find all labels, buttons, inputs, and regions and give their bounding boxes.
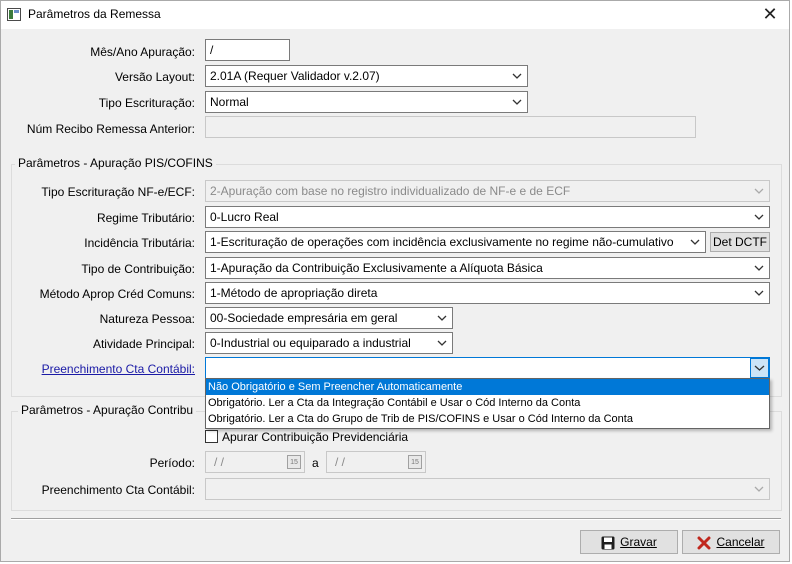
tipo-escrituracao-select[interactable]: Normal bbox=[205, 91, 528, 113]
preench-cta-dropdown: Não Obrigatório e Sem Preencher Automati… bbox=[205, 378, 770, 429]
dropdown-option[interactable]: Não Obrigatório e Sem Preencher Automati… bbox=[206, 379, 769, 395]
tipo-escrituracao-label: Tipo Escrituração: bbox=[98, 96, 195, 110]
metodo-label: Método Aprop Créd Comuns: bbox=[39, 287, 195, 301]
floppy-disk-icon bbox=[601, 536, 615, 550]
chevron-down-icon[interactable] bbox=[750, 259, 768, 277]
tipo-escrit-nfe-select[interactable]: 2-Apuração com base no registro individu… bbox=[205, 180, 770, 202]
previd-preench-label: Preenchimento Cta Contábil: bbox=[41, 483, 195, 497]
tipo-escrit-nfe-label: Tipo Escrituração NF-e/ECF: bbox=[41, 185, 195, 199]
chevron-down-icon[interactable] bbox=[750, 358, 769, 378]
metodo-select[interactable]: 1-Método de apropriação direta bbox=[205, 282, 770, 304]
close-icon[interactable]: ✕ bbox=[759, 4, 781, 24]
det-dctf-button[interactable]: Det DCTF bbox=[710, 232, 770, 252]
cancelar-button[interactable]: Cancelar bbox=[682, 530, 780, 554]
versao-layout-value: 2.01A (Requer Validador v.2.07) bbox=[210, 69, 380, 83]
calendar-icon[interactable]: 15 bbox=[408, 455, 422, 469]
versao-layout-select[interactable]: 2.01A (Requer Validador v.2.07) bbox=[205, 65, 528, 87]
versao-layout-label: Versão Layout: bbox=[114, 70, 195, 84]
tipo-contrib-select[interactable]: 1-Apuração da Contribuição Exclusivament… bbox=[205, 257, 770, 279]
incidencia-value: 1-Escrituração de operações com incidênc… bbox=[210, 235, 674, 249]
chevron-down-icon[interactable] bbox=[508, 67, 526, 85]
atividade-value: 0-Industrial ou equiparado a industrial bbox=[210, 336, 411, 350]
gravar-label: Gravar bbox=[620, 535, 657, 549]
chevron-down-icon[interactable] bbox=[750, 284, 768, 302]
window-title: Parâmetros da Remessa bbox=[28, 7, 161, 21]
regime-select[interactable]: 0-Lucro Real bbox=[205, 206, 770, 228]
periodo-label: Período: bbox=[149, 456, 195, 470]
incidencia-select[interactable]: 1-Escrituração de operações com incidênc… bbox=[205, 231, 706, 253]
periodo-to-date[interactable]: / / 15 bbox=[326, 451, 426, 473]
regime-label: Regime Tributário: bbox=[96, 211, 195, 225]
chevron-down-icon[interactable] bbox=[750, 480, 768, 498]
chevron-down-icon[interactable] bbox=[686, 233, 704, 251]
mes-ano-input[interactable]: / bbox=[205, 39, 290, 61]
atividade-label: Atividade Principal: bbox=[92, 337, 195, 351]
atividade-select[interactable]: 0-Industrial ou equiparado a industrial bbox=[205, 332, 453, 354]
dropdown-option[interactable]: Obrigatório. Ler a Cta do Grupo de Trib … bbox=[206, 411, 769, 427]
app-icon bbox=[7, 8, 21, 21]
num-recibo-label: Núm Recibo Remessa Anterior: bbox=[26, 122, 195, 136]
natureza-select[interactable]: 00-Sociedade empresária em geral bbox=[205, 307, 453, 329]
calendar-icon[interactable]: 15 bbox=[287, 455, 301, 469]
apurar-label: Apurar Contribuição Previdenciária bbox=[222, 430, 409, 444]
num-recibo-input[interactable] bbox=[205, 116, 696, 138]
periodo-to-value: / / bbox=[335, 455, 346, 469]
pis-cofins-title: Parâmetros - Apuração PIS/COFINS bbox=[15, 156, 216, 170]
chevron-down-icon[interactable] bbox=[750, 208, 768, 226]
mes-ano-label: Mês/Ano Apuração: bbox=[90, 45, 195, 59]
tipo-escrituracao-value: Normal bbox=[210, 95, 249, 109]
periodo-sep: a bbox=[312, 456, 319, 470]
chevron-down-icon[interactable] bbox=[433, 309, 451, 327]
tipo-escrit-nfe-value: 2-Apuração com base no registro individu… bbox=[210, 184, 571, 198]
cancelar-label: Cancelar bbox=[716, 535, 765, 549]
chevron-down-icon[interactable] bbox=[433, 334, 451, 352]
regime-value: 0-Lucro Real bbox=[210, 210, 279, 224]
previd-preench-select[interactable] bbox=[205, 478, 770, 500]
preench-cta-link[interactable]: Preenchimento Cta Contábil: bbox=[42, 362, 195, 376]
metodo-value: 1-Método de apropriação direta bbox=[210, 286, 378, 300]
tipo-contrib-value: 1-Apuração da Contribuição Exclusivament… bbox=[210, 261, 543, 275]
natureza-value: 00-Sociedade empresária em geral bbox=[210, 311, 398, 325]
apurar-checkbox[interactable] bbox=[205, 430, 218, 443]
gravar-button[interactable]: Gravar bbox=[580, 530, 678, 554]
chevron-down-icon[interactable] bbox=[508, 93, 526, 111]
dropdown-option[interactable]: Obrigatório. Ler a Cta da Integração Con… bbox=[206, 395, 769, 411]
tipo-contrib-label: Tipo de Contribuição: bbox=[81, 262, 195, 276]
periodo-from-value: / / bbox=[214, 455, 225, 469]
preench-cta-select[interactable] bbox=[205, 357, 770, 379]
dialog-window: Parâmetros da Remessa ✕ Mês/Ano Apuração… bbox=[0, 0, 790, 562]
cancel-x-icon bbox=[697, 536, 711, 550]
natureza-label: Natureza Pessoa: bbox=[99, 312, 195, 326]
previd-title: Parâmetros - Apuração Contribu bbox=[18, 403, 197, 417]
chevron-down-icon[interactable] bbox=[750, 182, 768, 200]
footer-separator bbox=[11, 518, 781, 520]
periodo-from-date[interactable]: / / 15 bbox=[205, 451, 305, 473]
incidencia-label: Incidência Tributária: bbox=[84, 236, 195, 250]
title-bar: Parâmetros da Remessa ✕ bbox=[1, 1, 789, 29]
